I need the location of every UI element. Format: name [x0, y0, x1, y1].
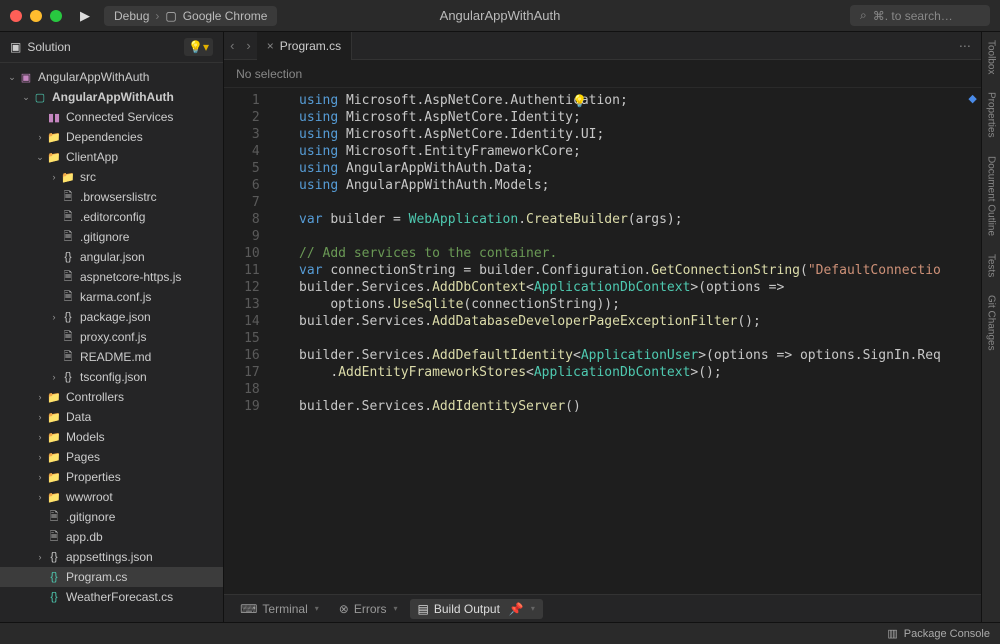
tree-item[interactable]: {}WeatherForecast.cs — [0, 587, 223, 607]
tree-item[interactable]: 🗎aspnetcore-https.js — [0, 267, 223, 287]
nav-back-button[interactable]: ‹ — [224, 38, 240, 53]
solution-header: ▣ Solution 💡▾ — [0, 32, 223, 63]
tree-item[interactable]: ▮▮Connected Services — [0, 107, 223, 127]
editor-area: ‹ › × Program.cs ⋯ No selection 💡 ◆ 1234… — [224, 32, 981, 622]
tree-item[interactable]: 🗎README.md — [0, 347, 223, 367]
toolbox-tab[interactable]: Toolbox — [985, 40, 996, 74]
maximize-window-button[interactable] — [50, 10, 62, 22]
tree-item[interactable]: ›📁Controllers — [0, 387, 223, 407]
code-content[interactable]: using Microsoft.AspNetCore.Authenticatio… — [268, 88, 981, 594]
tree-item[interactable]: ⌄▢AngularAppWithAuth — [0, 87, 223, 107]
line-gutter: 12345678910111213141516171819 — [224, 88, 268, 594]
code-editor[interactable]: 12345678910111213141516171819 using Micr… — [224, 88, 981, 594]
tree-item[interactable]: ›{}tsconfig.json — [0, 367, 223, 387]
tree-item[interactable]: ›📁Properties — [0, 467, 223, 487]
tree-item[interactable]: 🗎.gitignore — [0, 507, 223, 527]
config-name: Debug — [114, 9, 149, 23]
tree-item[interactable]: 🗎.browserslistrc — [0, 187, 223, 207]
bottom-panel-tabs: ⌨Terminal▾ ⊗Errors▾ ▤Build Output📌▾ — [224, 594, 981, 622]
tree-item[interactable]: ›{}appsettings.json — [0, 547, 223, 567]
tree-item[interactable]: {}Program.cs — [0, 567, 223, 587]
solution-label: Solution — [27, 40, 70, 54]
tree-item[interactable]: ›{}package.json — [0, 307, 223, 327]
errors-tab[interactable]: ⊗Errors▾ — [331, 599, 406, 619]
search-icon: ⌕ — [860, 8, 867, 23]
tree-item[interactable]: ›📁Pages — [0, 447, 223, 467]
terminal-tab[interactable]: ⌨Terminal▾ — [232, 599, 327, 619]
close-window-button[interactable] — [10, 10, 22, 22]
chevron-down-icon: ▾ — [531, 604, 535, 613]
statusbar: ▥ Package Console — [0, 622, 1000, 644]
tree-item[interactable]: ⌄▣AngularAppWithAuth — [0, 67, 223, 87]
properties-tab[interactable]: Properties — [985, 92, 996, 138]
solution-tree[interactable]: ⌄▣AngularAppWithAuth⌄▢AngularAppWithAuth… — [0, 63, 223, 622]
tab-overflow-button[interactable]: ⋯ — [949, 39, 981, 53]
tree-item[interactable]: ›📁wwwroot — [0, 487, 223, 507]
global-search[interactable]: ⌕ ⌘. to search… — [850, 5, 990, 26]
solution-sidebar: ▣ Solution 💡▾ ⌄▣AngularAppWithAuth⌄▢Angu… — [0, 32, 224, 622]
window-controls — [10, 10, 62, 22]
error-icon: ⊗ — [339, 602, 349, 616]
marker-icon[interactable]: ◆ — [968, 92, 976, 105]
tree-item[interactable]: 🗎proxy.conf.js — [0, 327, 223, 347]
git-changes-tab[interactable]: Git Changes — [985, 295, 996, 351]
tree-item[interactable]: ›📁src — [0, 167, 223, 187]
tree-item[interactable]: 🗎app.db — [0, 527, 223, 547]
tree-item[interactable]: {}angular.json — [0, 247, 223, 267]
terminal-icon: ⌨ — [240, 602, 257, 616]
minimize-window-button[interactable] — [30, 10, 42, 22]
tests-tab[interactable]: Tests — [985, 254, 996, 277]
editor-tab[interactable]: × Program.cs — [257, 32, 352, 60]
chevron-down-icon: ▾ — [315, 604, 319, 613]
run-button[interactable]: ▶ — [80, 8, 90, 24]
tree-item[interactable]: ›📁Models — [0, 427, 223, 447]
tab-title: Program.cs — [280, 39, 341, 53]
search-placeholder: ⌘. to search… — [873, 9, 953, 23]
build-output-tab[interactable]: ▤Build Output📌▾ — [410, 599, 543, 619]
package-console-icon[interactable]: ▥ — [887, 627, 897, 640]
editor-tabbar: ‹ › × Program.cs ⋯ — [224, 32, 981, 60]
build-icon: ▤ — [418, 602, 429, 616]
nav-forward-button[interactable]: › — [240, 38, 256, 53]
device-icon: ▢ — [165, 9, 176, 23]
target-name: Google Chrome — [183, 9, 268, 23]
titlebar: ▶ Debug › ▢ Google Chrome AngularAppWith… — [0, 0, 1000, 32]
tree-item[interactable]: ⌄📁ClientApp — [0, 147, 223, 167]
close-tab-icon[interactable]: × — [267, 39, 274, 53]
pin-icon[interactable]: 📌 — [509, 602, 524, 616]
package-console-label[interactable]: Package Console — [904, 628, 990, 640]
right-sidebar: Toolbox Properties Document Outline Test… — [981, 32, 1000, 622]
tree-item[interactable]: 🗎karma.conf.js — [0, 287, 223, 307]
tree-item[interactable]: 🗎.gitignore — [0, 227, 223, 247]
run-configuration[interactable]: Debug › ▢ Google Chrome — [104, 6, 277, 26]
tree-item[interactable]: ›📁Data — [0, 407, 223, 427]
tree-item[interactable]: ›📁Dependencies — [0, 127, 223, 147]
window-title: AngularAppWithAuth — [440, 8, 561, 23]
lightbulb-icon[interactable]: 💡▾ — [184, 38, 213, 56]
document-outline-tab[interactable]: Document Outline — [985, 156, 996, 236]
chevron-down-icon: ▾ — [394, 604, 398, 613]
tree-item[interactable]: 🗎.editorconfig — [0, 207, 223, 227]
code-lightbulb-icon[interactable]: 💡 — [572, 94, 587, 108]
solution-icon: ▣ — [10, 40, 21, 54]
chevron-right-icon: › — [155, 9, 159, 23]
breadcrumb[interactable]: No selection — [224, 60, 981, 88]
